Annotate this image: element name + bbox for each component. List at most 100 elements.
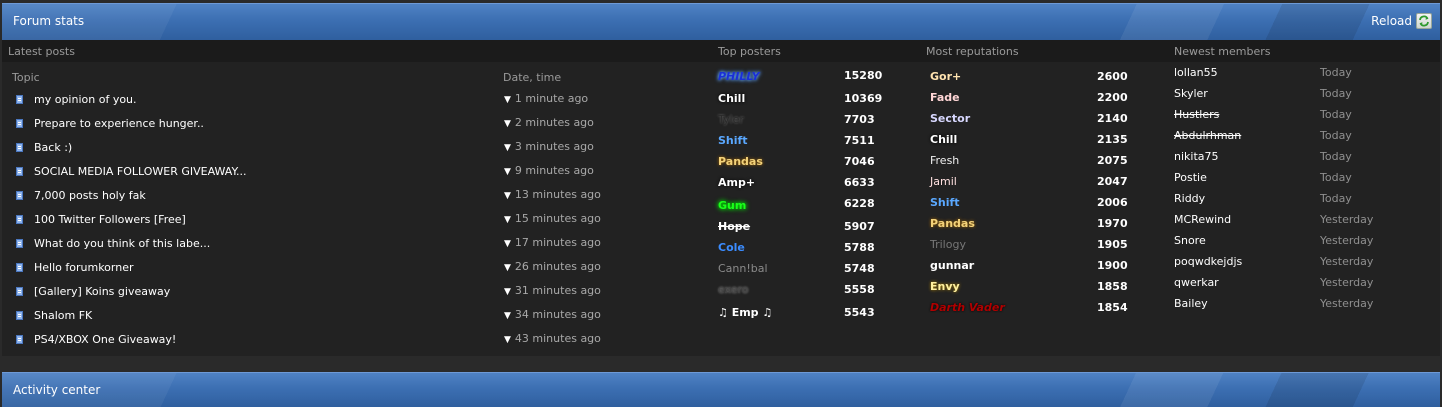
date-time-column-label: Date, time: [503, 71, 562, 84]
topic-link[interactable]: my opinion of you.: [34, 93, 137, 106]
member-joined: Yesterday: [1320, 276, 1374, 289]
top-poster-count: 6228: [844, 197, 875, 210]
reputation-count: 1900: [1097, 259, 1128, 272]
newest-member-name[interactable]: Snore: [1174, 233, 1206, 249]
arrow-down-icon[interactable]: ▼: [504, 239, 511, 249]
top-poster-name[interactable]: Cole: [718, 240, 745, 256]
member-joined: Today: [1320, 66, 1352, 79]
reputation-name[interactable]: Fresh: [930, 153, 959, 169]
arrow-down-icon[interactable]: ▼: [504, 143, 511, 153]
newest-member-name[interactable]: Postie: [1174, 170, 1207, 186]
topic-link[interactable]: Back :): [34, 141, 72, 154]
latest-post-row: SOCIAL MEDIA FOLLOWER GIVEAWAY...: [16, 164, 496, 180]
newest-member-name[interactable]: Abdulrhman: [1174, 128, 1241, 144]
reload-label: Reload: [1371, 14, 1412, 28]
top-poster-name[interactable]: Shift: [718, 133, 748, 149]
reputation-name[interactable]: Jamil: [930, 174, 957, 190]
reload-icon[interactable]: [1416, 13, 1432, 29]
top-poster-name[interactable]: Hope: [718, 219, 750, 235]
topic-link[interactable]: [Gallery] Koins giveaway: [34, 285, 170, 298]
page-icon: [16, 119, 23, 128]
member-joined: Today: [1320, 87, 1352, 100]
reputation-count: 1905: [1097, 238, 1128, 251]
topic-link[interactable]: PS4/XBOX One Giveaway!: [34, 333, 176, 346]
arrow-down-icon[interactable]: ▼: [504, 263, 511, 273]
reputation-name[interactable]: Chill: [930, 132, 957, 148]
reputation-count: 2047: [1097, 175, 1128, 188]
newest-member-name[interactable]: Hustlers: [1174, 107, 1219, 123]
arrow-down-icon[interactable]: ▼: [504, 119, 511, 129]
top-poster-name[interactable]: exero: [718, 282, 749, 298]
topic-link[interactable]: Shalom FK: [34, 309, 92, 322]
page-icon: [16, 191, 23, 200]
newest-member-name[interactable]: nikita75: [1174, 149, 1219, 165]
top-poster-count: 7046: [844, 155, 875, 168]
reputation-name[interactable]: Fade: [930, 90, 960, 106]
reputation-name[interactable]: Envy: [930, 279, 960, 295]
newest-member-name[interactable]: qwerkar: [1174, 275, 1219, 291]
top-poster-count: 5543: [844, 306, 875, 319]
topic-column-label: Topic: [12, 71, 40, 84]
member-joined: Yesterday: [1320, 213, 1374, 226]
page-icon: [16, 215, 23, 224]
reputation-name[interactable]: Shift: [930, 195, 960, 211]
latest-post-row: 100 Twitter Followers [Free]: [16, 212, 496, 228]
reputation-name[interactable]: Sector: [930, 111, 970, 127]
newest-member-name[interactable]: lollan55: [1174, 65, 1218, 81]
reload-button[interactable]: Reload: [1371, 13, 1432, 29]
post-time: ▼ 31 minutes ago: [504, 284, 601, 297]
post-time: ▼ 13 minutes ago: [504, 188, 601, 201]
arrow-down-icon[interactable]: ▼: [504, 215, 511, 225]
topic-link[interactable]: SOCIAL MEDIA FOLLOWER GIVEAWAY...: [34, 165, 246, 178]
top-poster-name[interactable]: Tyler: [718, 112, 744, 128]
newest-member-name[interactable]: MCRewind: [1174, 212, 1231, 228]
top-poster-name[interactable]: Pandas: [718, 154, 763, 170]
member-joined: Today: [1320, 150, 1352, 163]
post-time: ▼ 2 minutes ago: [504, 116, 594, 129]
arrow-down-icon[interactable]: ▼: [504, 167, 511, 177]
top-poster-name[interactable]: Amp+: [718, 175, 755, 191]
newest-member-name[interactable]: Bailey: [1174, 296, 1208, 312]
post-time: ▼ 15 minutes ago: [504, 212, 601, 225]
post-time: ▼ 1 minute ago: [504, 92, 589, 105]
reputation-name[interactable]: Gor+: [930, 69, 961, 85]
forum-stats-body: Latest posts Top posters Most reputation…: [2, 40, 1440, 356]
topic-link[interactable]: Hello forumkorner: [34, 261, 134, 274]
latest-post-row: Prepare to experience hunger..: [16, 116, 496, 132]
topic-link[interactable]: 7,000 posts holy fak: [34, 189, 146, 202]
top-poster-name[interactable]: Chill: [718, 91, 745, 107]
topic-link[interactable]: What do you think of this labe...: [34, 237, 210, 250]
arrow-down-icon[interactable]: ▼: [504, 335, 511, 345]
newest-member-name[interactable]: Skyler: [1174, 86, 1208, 102]
member-joined: Today: [1320, 108, 1352, 121]
topic-link[interactable]: 100 Twitter Followers [Free]: [34, 213, 186, 226]
reputation-name[interactable]: gunnar: [930, 258, 974, 274]
topic-link[interactable]: Prepare to experience hunger..: [34, 117, 204, 130]
latest-post-row: 7,000 posts holy fak: [16, 188, 496, 204]
post-time: ▼ 26 minutes ago: [504, 260, 601, 273]
reputation-name[interactable]: Darth Vader: [930, 300, 1005, 316]
arrow-down-icon[interactable]: ▼: [504, 287, 511, 297]
top-poster-count: 15280: [844, 69, 883, 82]
member-joined: Today: [1320, 171, 1352, 184]
page-icon: [16, 263, 23, 272]
top-poster-name[interactable]: Cann!bal: [718, 261, 768, 277]
reputation-name[interactable]: Trilogy: [930, 237, 966, 253]
post-time: ▼ 9 minutes ago: [504, 164, 594, 177]
arrow-down-icon[interactable]: ▼: [504, 191, 511, 201]
top-poster-name[interactable]: PHILLY: [718, 69, 760, 85]
arrow-down-icon[interactable]: ▼: [504, 311, 511, 321]
reputation-name[interactable]: Pandas: [930, 216, 975, 232]
newest-members-heading: Newest members: [1174, 45, 1271, 58]
arrow-down-icon[interactable]: ▼: [504, 95, 511, 105]
post-time: ▼ 34 minutes ago: [504, 308, 601, 321]
reputation-count: 2600: [1097, 70, 1128, 83]
top-poster-name[interactable]: ♫ Emp ♫: [718, 305, 772, 321]
newest-member-name[interactable]: Riddy: [1174, 191, 1205, 207]
top-poster-name[interactable]: Gum: [718, 198, 746, 214]
member-joined: Today: [1320, 192, 1352, 205]
latest-post-row: PS4/XBOX One Giveaway!: [16, 332, 496, 348]
top-poster-count: 5558: [844, 283, 875, 296]
member-joined: Today: [1320, 129, 1352, 142]
newest-member-name[interactable]: poqwdkejdjs: [1174, 254, 1242, 270]
